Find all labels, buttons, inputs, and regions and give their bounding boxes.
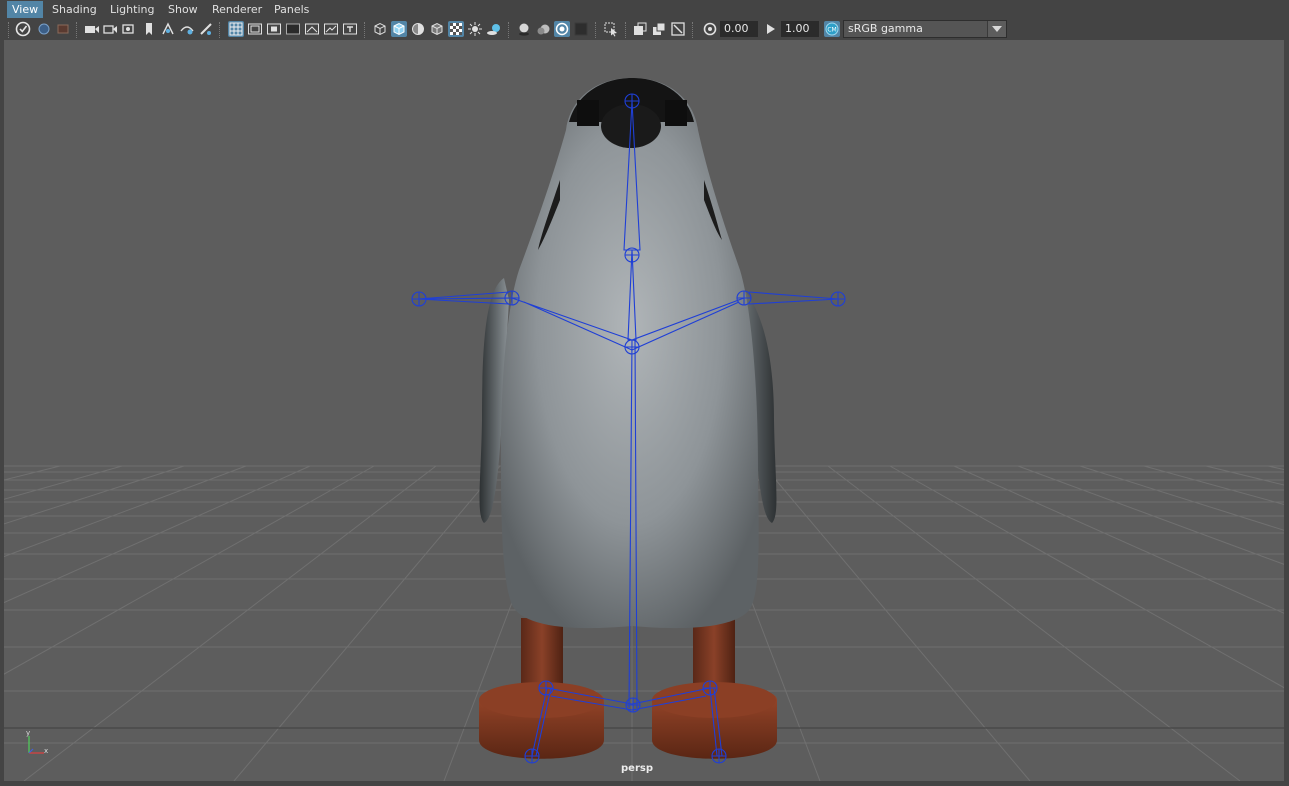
ambient-occlusion-icon[interactable]	[516, 21, 532, 37]
wireframe-icon[interactable]	[372, 21, 388, 37]
wireframe-on-shaded-icon[interactable]	[429, 21, 445, 37]
3d-viewport[interactable]: y x persp	[4, 40, 1284, 781]
image-plane-icon[interactable]	[102, 21, 118, 37]
gamma-field[interactable]: 1.00	[781, 21, 819, 37]
textured-icon[interactable]	[448, 21, 464, 37]
axis-y-label: y	[26, 729, 31, 737]
camera-attributes-icon[interactable]	[84, 21, 100, 37]
default-material-icon[interactable]	[410, 21, 426, 37]
color-management-icon[interactable]: CM	[824, 21, 840, 37]
gamma-icon[interactable]	[763, 21, 779, 37]
camera-name-label: persp	[621, 763, 653, 774]
toolbar-separator	[625, 22, 628, 38]
smooth-shade-icon[interactable]	[391, 21, 407, 37]
toolbar-separator	[76, 22, 79, 38]
menu-shading[interactable]: Shading	[47, 1, 102, 18]
select-camera-icon[interactable]	[15, 21, 31, 37]
motion-blur-icon[interactable]	[535, 21, 551, 37]
viewport-menu-bar: View Shading Lighting Show Renderer Pane…	[0, 0, 1289, 19]
xray-joints-snap-icon[interactable]	[160, 21, 176, 37]
bookmark-icon[interactable]	[55, 21, 71, 37]
color-space-dropdown[interactable]: sRGB gamma	[843, 20, 1007, 38]
isolate-path-icon[interactable]	[179, 21, 195, 37]
menu-panels[interactable]: Panels	[269, 1, 314, 18]
view-axis-gizmo	[28, 736, 44, 754]
field-chart-icon[interactable]	[304, 21, 320, 37]
safe-action-icon[interactable]	[323, 21, 339, 37]
toolbar-separator	[508, 22, 511, 38]
2d-pan-zoom-icon[interactable]	[121, 21, 137, 37]
exposure-icon[interactable]	[702, 21, 718, 37]
lock-camera-icon[interactable]	[36, 21, 52, 37]
svg-text:CM: CM	[827, 27, 836, 34]
viewport-scene	[4, 78, 1284, 781]
shadows-icon[interactable]	[486, 21, 502, 37]
anti-aliasing-icon[interactable]	[554, 21, 570, 37]
toolbar-separator	[364, 22, 367, 38]
toolbar-separator	[219, 22, 222, 38]
xray-components-icon[interactable]	[670, 21, 686, 37]
toolbar-separator	[595, 22, 598, 38]
brush-icon[interactable]	[198, 21, 214, 37]
menu-lighting[interactable]: Lighting	[105, 1, 159, 18]
toolbar-separator	[692, 22, 695, 38]
grid-icon[interactable]	[228, 21, 244, 37]
isolate-select-icon[interactable]	[603, 21, 619, 37]
exposure-field[interactable]: 0.00	[720, 21, 758, 37]
menu-view[interactable]: View	[7, 1, 44, 18]
grease-pencil-icon[interactable]	[141, 21, 157, 37]
resolution-gate-icon[interactable]	[266, 21, 282, 37]
color-space-value: sRGB gamma	[848, 22, 923, 35]
axis-x-label: x	[44, 747, 49, 755]
toolbar-separator	[8, 22, 11, 38]
safe-title-icon[interactable]	[342, 21, 358, 37]
chevron-down-icon[interactable]	[987, 21, 1006, 37]
film-gate-icon[interactable]	[247, 21, 263, 37]
menu-renderer[interactable]: Renderer	[207, 1, 267, 18]
xray-joints-icon[interactable]	[651, 21, 667, 37]
use-lights-icon[interactable]	[467, 21, 483, 37]
depth-of-field-icon[interactable]	[573, 21, 589, 37]
menu-show[interactable]: Show	[163, 1, 203, 18]
gate-mask-icon[interactable]	[285, 21, 301, 37]
xray-icon[interactable]	[632, 21, 648, 37]
